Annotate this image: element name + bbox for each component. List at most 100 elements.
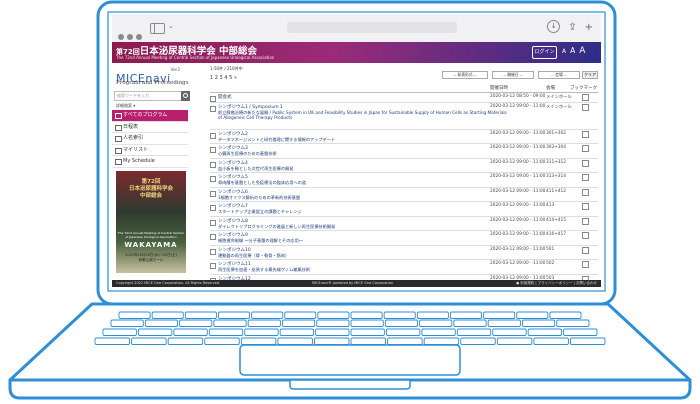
session-title[interactable]: 前立腺癌治療の新たな展開 / Public System in UK and F… [218,110,508,120]
session-title[interactable]: 細胞運命制御 〜分子基盤の理解とその応用〜 [218,238,508,243]
table-row[interactable]: シンポジウム7 スタートアップ企業設立の課題とチャレンジ 2020-03-12 09… [210,202,598,217]
table-row[interactable]: シンポジウム5 骨肉腫を基盤とした免疫療法の臨床応用への道 2020-03-12 0… [210,173,598,188]
session-title[interactable]: ダイレクトリプログラミングの進展と新しい再生医療技術開発 [218,224,508,229]
bookmark-checkbox[interactable] [582,217,589,225]
site-header: 第72回日本泌尿器科学会 中部総会 The 72nd Annual Meetin… [112,42,601,63]
web-page: 第72回日本泌尿器科学会 中部総会 The 72nd Annual Meetin… [112,42,601,287]
poster-date: 2022年10月20日(木)~22日(土) 和歌山城ホール [125,253,177,262]
poster-title: 第72回 日本泌尿器科学会 中部総会 [128,179,173,199]
search-icon [183,93,188,98]
table-row[interactable]: シンポジウム3 心臓再生医療のための基盤技術 2020-03-12 09:00 - … [210,144,598,159]
table-row[interactable]: シンポジウム2 データマネージメントと研究倫理に関する情報のアップデート 2020-… [210,130,598,144]
bookmark-checkbox[interactable] [582,145,589,152]
row-checkbox[interactable] [210,132,216,139]
bookmark-checkbox[interactable] [582,130,589,138]
row-checkbox[interactable] [210,190,216,197]
calendar-icon [115,124,122,131]
table-row[interactable]: シンポジウム1 / Symposium 1 前立腺癌治療の新たな展開 / Publ… [210,103,598,130]
bookmark-checkbox[interactable] [582,103,589,111]
format-filter-select[interactable]: -- 発表形式 -- [442,71,488,79]
row-checkbox[interactable] [210,248,216,255]
logo-tagline: Program and Proceedings [116,80,189,86]
font-medium-button[interactable]: A [570,46,575,55]
session-datetime: 2020-03-12 09:00 - 11:00 [490,159,546,165]
row-checkbox[interactable] [210,205,216,211]
font-small-button[interactable]: A [562,48,566,55]
session-datetime: 2020-03-12 09:00 - 11:00 [490,174,546,179]
bookmark-checkbox[interactable] [582,203,589,210]
row-checkbox[interactable] [210,219,216,226]
sidebar-item-author-index[interactable]: 人名索引 [112,133,188,145]
table-header: 開催日時 会場 ブックマーク [210,84,598,93]
url-bar[interactable] [287,22,457,33]
session-title[interactable]: データマネージメントと研究倫理に関する情報のアップデート [218,137,508,142]
column-date[interactable]: 開催日時 [490,85,508,91]
session-title[interactable]: 心臓再生医療のための基盤技術 [218,151,508,156]
bookmark-checkbox[interactable] [582,188,589,196]
bookmark-checkbox[interactable] [582,232,589,239]
session-datetime: 2020-03-12 09:00 - 11:00 [490,203,546,208]
session-title[interactable]: 1細胞オミクス解析のための革新的技術基盤 [218,195,508,200]
session-room: 416+417 [546,232,567,237]
session-room: 413 [546,203,555,208]
bookmark-checkbox[interactable] [582,246,589,254]
session-title[interactable]: 骨肉腫を基盤とした免疫療法の臨床応用への道 [218,180,508,185]
font-large-button[interactable]: A [579,46,585,56]
bookmark-checkbox[interactable] [582,159,589,167]
chevron-down-icon[interactable]: ⌄ [168,22,174,30]
room-filter-select[interactable]: -- 会場 -- [538,71,580,79]
person-icon [115,136,122,142]
footer-links[interactable]: ● 利用規約 | プライバシーポリシー | お問い合わせ [516,280,597,287]
session-code[interactable]: 開会式 [218,94,232,100]
session-datetime: 2020-03-12 09:00 - 11:00 [490,103,546,109]
sidebar-item-my-schedule[interactable]: My Schedule [112,156,188,168]
bookmark-checkbox[interactable] [582,94,589,101]
pagination[interactable]: 1 2 3 4 5 » [210,75,237,81]
table-row[interactable]: シンポジウム6 1細胞オミクス解析のための革新的技術基盤 2020-03-12 09… [210,188,598,202]
table-row[interactable]: シンポジウム10 運動器の再生医療（骨・軟骨・筋肉） 2020-03-12 09:0… [210,246,598,260]
table-row[interactable]: シンポジウム4 血小板を軸とした次世代再生医療の開発 2020-03-12 09:0… [210,159,598,173]
sidebar-item-schedule[interactable]: 日程表 [112,122,188,133]
bookmark-checkbox[interactable] [582,261,589,268]
session-title[interactable]: スタートアップ企業設立の課題とチャレンジ [218,209,508,214]
column-room[interactable]: 会場 [546,85,555,91]
row-checkbox[interactable] [210,96,216,102]
session-title[interactable]: 再生医療を加速・拡張する最先端ゲノム編集技術 [218,267,508,272]
table-row[interactable]: シンポジウム11 再生医療を加速・拡張する最先端ゲノム編集技術 2020-03-12… [210,260,598,275]
micenavi-logo[interactable]: MICEnaviVer3 Program and Proceedings [116,67,189,86]
session-datetime: 2020-03-12 09:00 - 11:00 [490,232,546,237]
row-checkbox[interactable] [210,263,216,269]
bookmark-checkbox[interactable] [582,174,589,181]
row-checkbox[interactable] [210,234,216,240]
clear-button[interactable]: クリア [582,71,598,79]
site-footer: Copyright 2022 MICE One Corporation. All… [112,280,601,287]
sidebar-item-mylist[interactable]: マイリスト [112,145,188,156]
sidebar-item-all-programs[interactable]: すべてのプログラム [112,110,188,122]
login-button[interactable]: ログイン [532,46,557,59]
advanced-search-link[interactable]: 詳細検索 ▾ [116,103,135,109]
table-row[interactable]: シンポジウム9 細胞運命制御 〜分子基盤の理解とその応用〜 2020-03-12 0… [210,231,598,246]
search-input[interactable]: 検索ワードを入力 [114,91,183,101]
program-rows: 開会式 2020-03-12 08:50 - 09:00 メインホール シンポジウム1… [210,93,598,287]
row-checkbox[interactable] [210,176,216,182]
session-room: 502 [546,261,555,266]
table-row[interactable]: シンポジウム8 ダイレクトリプログラミングの進展と新しい再生医療技術開発 2020-… [210,217,598,231]
new-tab-icon[interactable]: + [585,22,593,33]
row-checkbox[interactable] [210,147,216,153]
column-bookmark[interactable]: ブックマーク [570,85,597,91]
browser-toolbar: ⌄ ↓ ⇪ + [112,14,601,43]
session-title[interactable]: 血小板を軸とした次世代再生医療の開発 [218,166,508,171]
share-icon[interactable]: ⇪ [568,22,576,33]
table-row[interactable]: 開会式 2020-03-12 08:50 - 09:00 メインホール [210,93,598,103]
font-size-switch: AAA [562,46,589,56]
download-icon[interactable]: ↓ [547,20,561,33]
sidebar-toggle-icon[interactable] [150,23,165,34]
date-filter-select[interactable]: -- 開催日 -- [492,71,534,79]
search-button[interactable] [181,91,190,101]
event-poster[interactable]: 第72回 日本泌尿器科学会 中部総会 The 72nd Annual Meeting… [116,171,186,273]
session-datetime: 2020-03-12 09:00 - 11:00 [490,188,546,194]
row-checkbox[interactable] [210,105,216,112]
session-datetime: 2020-03-12 09:00 - 11:00 [490,130,546,136]
session-title[interactable]: 運動器の再生医療（骨・軟骨・筋肉） [218,253,508,258]
row-checkbox[interactable] [210,161,216,168]
